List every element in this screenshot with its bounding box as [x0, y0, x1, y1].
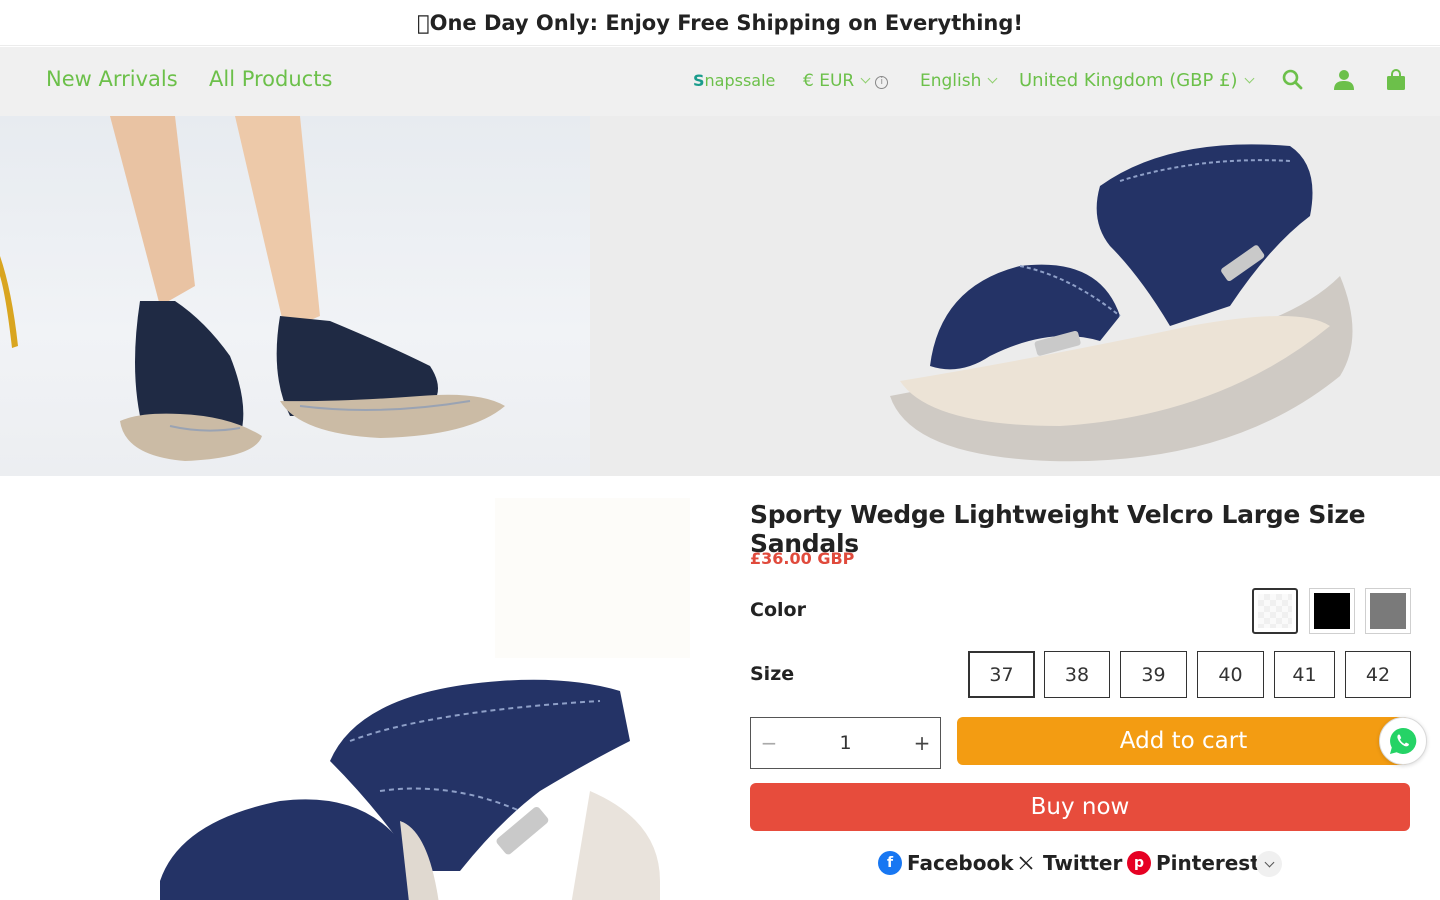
color-swatch-black[interactable] — [1309, 588, 1355, 634]
swatch-fill — [1258, 594, 1292, 628]
chevron-down-icon — [1244, 73, 1255, 84]
swatch-fill — [1314, 593, 1350, 629]
quantity-increase-button[interactable]: + — [912, 731, 932, 755]
sandal-product-image — [890, 144, 1353, 462]
facebook-icon: f — [878, 851, 902, 875]
size-option-41[interactable]: 41 — [1274, 651, 1335, 698]
snapssale-label: Snapssale — [693, 71, 775, 90]
currency-label: € EUR — [803, 71, 855, 91]
header-nav: New Arrivals All Products Snapssale € EU… — [0, 47, 1440, 116]
share-pinterest-link[interactable]: p Pinterest — [1127, 849, 1260, 877]
language-label: English — [920, 71, 982, 91]
snapssale-logo[interactable]: Snapssale — [693, 71, 775, 90]
language-selector[interactable]: English — [920, 71, 998, 91]
announcement-bar:  One Day Only: Enjoy Free Shipping on Ev… — [0, 0, 1440, 46]
share-pinterest-label: Pinterest — [1156, 851, 1260, 875]
chevron-down-icon — [1264, 857, 1274, 867]
x-twitter-icon — [1019, 856, 1033, 870]
pinterest-icon: p — [1127, 851, 1151, 875]
size-option-40[interactable]: 40 — [1197, 651, 1264, 698]
info-icon[interactable]: i — [875, 76, 889, 89]
share-more-button[interactable] — [1256, 851, 1282, 877]
size-option-37[interactable]: 37 — [968, 651, 1035, 698]
region-label: United Kingdom (GBP £) — [1019, 70, 1238, 91]
share-twitter-link[interactable]: Twitter — [1017, 849, 1122, 877]
share-facebook-link[interactable]: f Facebook — [878, 849, 1014, 877]
swatch-fill — [1370, 593, 1406, 629]
snapssale-logo-rest: napssale — [704, 71, 776, 90]
add-to-cart-button[interactable]: Add to cart — [957, 717, 1410, 765]
search-icon[interactable] — [1282, 69, 1303, 90]
whatsapp-icon — [1390, 727, 1417, 754]
buy-now-button[interactable]: Buy now — [750, 783, 1410, 831]
size-option-39[interactable]: 39 — [1120, 651, 1187, 698]
hero-model-photo — [0, 116, 590, 476]
color-swatch-grey[interactable] — [1365, 588, 1411, 634]
announcement-text:  One Day Only: Enjoy Free Shipping on Ev… — [417, 10, 1023, 35]
quantity-input[interactable]: 1 — [839, 732, 851, 754]
hero-banner — [0, 116, 1440, 476]
chevron-down-icon — [860, 73, 871, 84]
nav-link-new-arrivals[interactable]: New Arrivals — [46, 67, 178, 91]
sandal-gallery-image — [160, 679, 660, 900]
nav-link-all-products[interactable]: All Products — [209, 67, 332, 91]
share-twitter-label: Twitter — [1043, 851, 1123, 875]
model-feet-sandals-image — [0, 116, 505, 461]
region-selector[interactable]: United Kingdom (GBP £) — [1019, 70, 1255, 91]
quantity-stepper: − 1 + — [750, 717, 941, 769]
image-background-patch — [495, 498, 690, 658]
product-price: £36.00 GBP — [750, 549, 855, 568]
whatsapp-chat-button[interactable] — [1379, 717, 1427, 765]
snapssale-logo-initial: S — [693, 71, 705, 90]
size-option-42[interactable]: 42 — [1345, 651, 1411, 698]
account-icon[interactable] — [1334, 69, 1354, 90]
chevron-down-icon — [987, 73, 998, 84]
cart-bag-icon[interactable] — [1387, 69, 1405, 90]
share-facebook-label: Facebook — [907, 851, 1014, 875]
size-option-38[interactable]: 38 — [1044, 651, 1110, 698]
currency-selector[interactable]: € EUR i — [803, 71, 889, 91]
size-label: Size — [750, 663, 795, 685]
product-gallery — [0, 476, 720, 900]
quantity-decrease-button[interactable]: − — [759, 731, 779, 755]
color-swatch-navy[interactable] — [1252, 588, 1298, 634]
color-label: Color — [750, 599, 806, 621]
